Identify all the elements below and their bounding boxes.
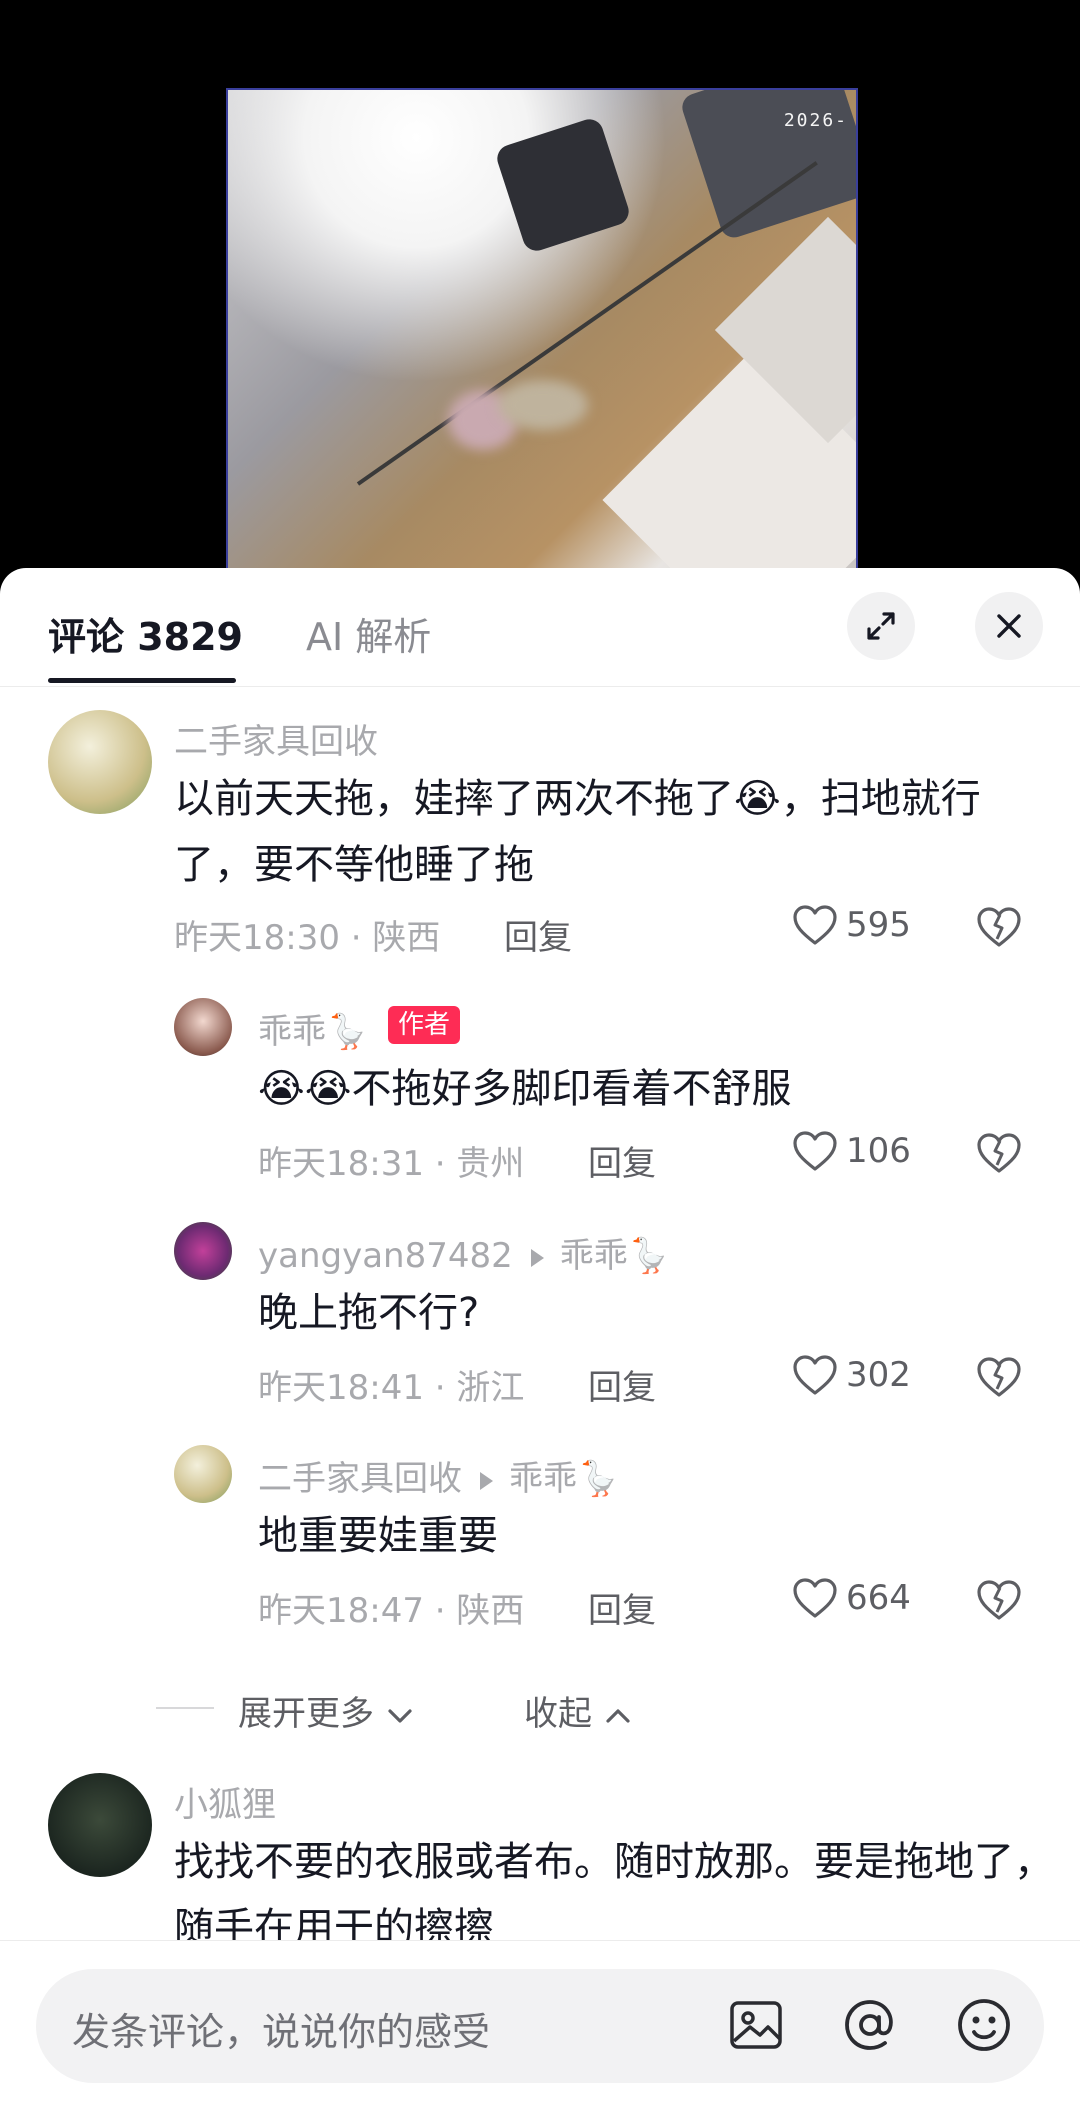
dislike-button[interactable] bbox=[976, 1579, 1022, 1625]
like-button[interactable]: 664 bbox=[792, 1577, 911, 1619]
emoji-icon bbox=[958, 1999, 1010, 2051]
emoji-button[interactable] bbox=[954, 1995, 1014, 2055]
comment-time-location: 昨天18:47 · 陕西 bbox=[258, 1591, 525, 1631]
comment-time-location: 昨天18:30 · 陕西 bbox=[174, 918, 441, 958]
comment-text: 晚上拖不行? bbox=[258, 1290, 480, 1336]
tab-comments[interactable]: 评论 3829 bbox=[48, 606, 243, 661]
like-count: 595 bbox=[846, 905, 911, 945]
reply-button[interactable]: 回复 bbox=[588, 1360, 656, 1409]
avatar[interactable] bbox=[174, 1445, 232, 1503]
heart-icon bbox=[793, 1131, 837, 1171]
tab-ai-analysis[interactable]: AI 解析 bbox=[306, 606, 431, 661]
reply-target[interactable]: 乖乖🪿 bbox=[560, 1236, 670, 1276]
dislike-heart-icon bbox=[977, 1133, 1021, 1173]
dislike-heart-icon bbox=[977, 1357, 1021, 1397]
reply-author[interactable]: 二手家具回收 bbox=[258, 1459, 462, 1499]
image-button[interactable] bbox=[726, 1995, 786, 2055]
comment-time-location: 昨天18:41 · 浙江 bbox=[258, 1368, 525, 1408]
comments-sheet: 评论 3829 AI 解析 二手家具回收 以前天天拖，娃摔了两次不拖了😭，扫地就… bbox=[0, 568, 1080, 2104]
close-icon bbox=[997, 614, 1021, 638]
reply-button[interactable]: 回复 bbox=[588, 1136, 656, 1185]
comment-input[interactable]: 发条评论，说说你的感受 bbox=[36, 1969, 1044, 2083]
comment-username[interactable]: 二手家具回收 bbox=[174, 714, 378, 763]
comment-input-placeholder: 发条评论，说说你的感受 bbox=[72, 2010, 491, 2054]
heart-icon bbox=[793, 905, 837, 945]
reply-to-arrow-icon bbox=[530, 1248, 544, 1267]
heart-icon bbox=[793, 1578, 837, 1618]
reply-to-arrow-icon bbox=[480, 1471, 493, 1490]
comment-text: 地重要娃重要 bbox=[258, 1513, 498, 1559]
reply-author[interactable]: yangyan87482 bbox=[258, 1236, 513, 1276]
like-count: 106 bbox=[846, 1131, 911, 1171]
expand-button[interactable] bbox=[847, 592, 915, 660]
tab-bar: 评论 3829 AI 解析 bbox=[0, 568, 1080, 687]
chevron-down-icon bbox=[388, 1708, 412, 1723]
dislike-button[interactable] bbox=[976, 906, 1022, 952]
collapse-button[interactable]: 收起 bbox=[524, 1686, 633, 1735]
reply-button[interactable]: 回复 bbox=[588, 1583, 656, 1632]
divider bbox=[156, 1707, 214, 1709]
comment-username[interactable]: 小狐狸 bbox=[174, 1777, 276, 1826]
at-icon bbox=[845, 2000, 893, 2050]
heart-icon bbox=[793, 1355, 837, 1395]
author-badge: 作者 bbox=[388, 1006, 461, 1044]
expand-more-button[interactable]: 展开更多 bbox=[238, 1686, 415, 1735]
comment-text: 😭😭不拖好多脚印看着不舒服 bbox=[258, 1066, 792, 1112]
dislike-button[interactable] bbox=[976, 1356, 1022, 1402]
image-icon bbox=[730, 2001, 782, 2049]
close-button[interactable] bbox=[975, 592, 1043, 660]
mention-button[interactable] bbox=[840, 1995, 900, 2055]
like-count: 664 bbox=[846, 1578, 911, 1618]
reply-target[interactable]: 乖乖🪿 bbox=[509, 1459, 619, 1499]
active-tab-indicator bbox=[48, 678, 236, 683]
video-player[interactable]: 2026- bbox=[0, 0, 1080, 580]
video-frame[interactable]: 2026- bbox=[226, 88, 858, 570]
avatar[interactable] bbox=[48, 710, 152, 814]
comment-time-location: 昨天18:31 · 贵州 bbox=[258, 1144, 525, 1184]
like-button[interactable]: 595 bbox=[792, 904, 911, 946]
thread-controls: 展开更多 收起 bbox=[0, 1678, 1080, 1738]
comment-username[interactable]: 乖乖🪿 bbox=[258, 1004, 368, 1053]
comment-username: 二手家具回收 乖乖🪿 bbox=[258, 1451, 619, 1500]
like-button[interactable]: 302 bbox=[792, 1354, 911, 1396]
avatar[interactable] bbox=[174, 998, 232, 1056]
comment-username: yangyan87482 乖乖🪿 bbox=[258, 1228, 670, 1277]
avatar[interactable] bbox=[48, 1773, 152, 1877]
dislike-heart-icon bbox=[977, 1580, 1021, 1620]
reply-button[interactable]: 回复 bbox=[504, 910, 572, 959]
collapse-label: 收起 bbox=[524, 1694, 592, 1734]
comment-input-bar: 发条评论，说说你的感受 bbox=[0, 1940, 1080, 2104]
like-count: 302 bbox=[846, 1355, 911, 1395]
avatar[interactable] bbox=[174, 1222, 232, 1280]
comment-text: 以前天天拖，娃摔了两次不拖了😭，扫地就行了，要不等他睡了拖 bbox=[174, 776, 981, 888]
video-timestamp: 2026- bbox=[783, 110, 848, 131]
expand-more-label: 展开更多 bbox=[238, 1694, 374, 1734]
like-button[interactable]: 106 bbox=[792, 1130, 911, 1172]
dislike-button[interactable] bbox=[976, 1132, 1022, 1178]
dislike-heart-icon bbox=[977, 907, 1021, 947]
chevron-up-icon bbox=[606, 1708, 630, 1723]
expand-icon bbox=[867, 612, 895, 640]
